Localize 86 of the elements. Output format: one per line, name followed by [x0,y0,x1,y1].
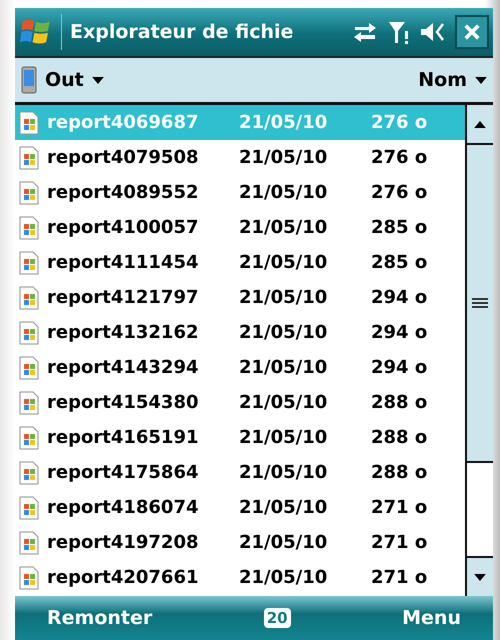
file-date: 21/05/10 [239,427,328,448]
folder-dropdown[interactable]: Out [45,69,104,91]
file-size: 271 o [371,567,428,588]
file-size: 288 o [371,427,428,448]
file-name: report4197208 [47,532,200,553]
file-row[interactable]: report4154380 21/05/10 288 o [15,385,465,420]
file-date: 21/05/10 [239,217,328,238]
caret-icon [475,76,487,84]
caret-icon [92,76,104,84]
file-date: 21/05/10 [239,322,328,343]
file-icon [19,216,39,240]
file-row[interactable]: report4143294 21/05/10 294 o [15,350,465,385]
signal-antenna-icon[interactable] [387,19,411,45]
file-date: 21/05/10 [239,252,328,273]
file-name: report4121797 [47,287,200,308]
file-size: 288 o [371,392,428,413]
file-date: 21/05/10 [239,567,328,588]
file-size: 276 o [371,182,428,203]
file-icon [19,496,39,520]
file-row[interactable]: report4121797 21/05/10 294 o [15,280,465,315]
file-row[interactable]: report4079508 21/05/10 276 o [15,140,465,175]
file-date: 21/05/10 [239,287,328,308]
file-date: 21/05/10 [239,392,328,413]
file-size: 288 o [371,462,428,483]
file-size: 294 o [371,287,428,308]
file-size: 285 o [371,252,428,273]
file-row[interactable]: report4175864 21/05/10 288 o [15,455,465,490]
file-size: 294 o [371,357,428,378]
file-icon [19,460,39,484]
file-icon [19,530,39,554]
file-icon [19,146,39,170]
file-date: 21/05/10 [239,462,328,483]
file-icon [19,180,39,204]
file-icon [19,390,39,414]
file-row[interactable]: report4111454 21/05/10 285 o [15,245,465,280]
file-row[interactable]: report4100057 21/05/10 285 o [15,210,465,245]
file-date: 21/05/10 [239,357,328,378]
menu-softkey[interactable]: Menu [400,605,463,631]
file-size: 294 o [371,322,428,343]
file-name: report4069687 [47,112,200,133]
file-name: report4132162 [47,322,200,343]
file-date: 21/05/10 [239,182,328,203]
file-date: 21/05/10 [239,532,328,553]
file-size: 285 o [371,217,428,238]
file-name: report4175864 [47,462,200,483]
file-icon [19,356,39,380]
file-name: report4186074 [47,497,200,518]
close-icon [463,23,481,41]
remonter-softkey[interactable]: Remonter [45,605,154,631]
file-icon [19,566,39,590]
close-button[interactable] [455,15,489,49]
file-name: report4207661 [47,567,200,588]
file-row[interactable]: report4132162 21/05/10 294 o [15,315,465,350]
speaker-icon[interactable] [419,20,447,44]
file-icon [19,250,39,274]
file-name: report4079508 [47,147,200,168]
device-icon [21,66,37,94]
file-size: 271 o [371,497,428,518]
file-row[interactable]: report4165191 21/05/10 288 o [15,420,465,455]
file-date: 21/05/10 [239,112,328,133]
file-name: report4165191 [47,427,200,448]
file-row[interactable]: report4089552 21/05/10 276 o [15,175,465,210]
count-badge: 20 [264,608,291,628]
grip-icon [472,298,488,308]
file-name: report4089552 [47,182,200,203]
file-icon [19,110,39,134]
file-row[interactable]: report4197208 21/05/10 271 o [15,525,465,560]
sort-dropdown[interactable]: Nom [418,69,487,91]
file-name: report4100057 [47,217,200,238]
down-arrow-icon [474,574,486,580]
file-date: 21/05/10 [239,497,328,518]
file-name: report4143294 [47,357,200,378]
scrollbar[interactable] [465,105,493,596]
file-row[interactable]: report4207661 21/05/10 271 o [15,560,465,595]
file-icon [19,286,39,310]
file-icon [19,320,39,344]
file-icon [19,426,39,450]
file-name: report4154380 [47,392,200,413]
file-size: 271 o [371,532,428,553]
file-row[interactable]: report4186074 21/05/10 271 o [15,490,465,525]
window-title: Explorateur de fichie [70,21,294,43]
file-name: report4111454 [47,252,200,273]
file-size: 276 o [371,147,428,168]
up-arrow-icon [474,120,486,128]
file-date: 21/05/10 [239,147,328,168]
file-size: 276 o [371,112,428,133]
